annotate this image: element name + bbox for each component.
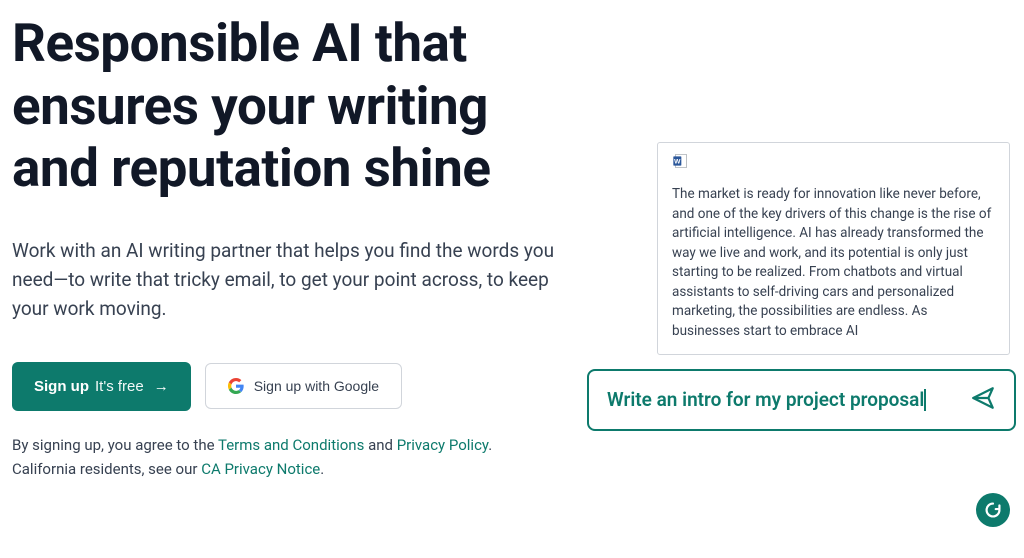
legal-period: . — [488, 436, 492, 454]
terms-link[interactable]: Terms and Conditions — [218, 436, 364, 454]
signup-light: It's free — [95, 378, 144, 395]
demo-document-card: W The market is ready for innovation lik… — [657, 142, 1010, 355]
word-icon: W — [672, 153, 688, 169]
prompt-input-bar[interactable]: Write an intro for my project proposal — [587, 369, 1016, 431]
send-icon[interactable] — [970, 385, 996, 415]
demo-document-text: The market is ready for innovation like … — [672, 185, 995, 342]
text-cursor-icon — [924, 389, 926, 411]
legal-ca-prefix: California residents, see our — [12, 460, 201, 478]
prompt-input-text: Write an intro for my project proposal — [607, 388, 924, 411]
signup-button[interactable]: Sign up It's free → — [12, 362, 191, 411]
ca-privacy-link[interactable]: CA Privacy Notice — [201, 460, 320, 478]
privacy-link[interactable]: Privacy Policy — [397, 436, 489, 454]
legal-ca-period: . — [320, 460, 324, 478]
signup-google-button[interactable]: Sign up with Google — [205, 363, 402, 409]
hero-headline: Responsible AI that ensures your writing… — [12, 12, 557, 200]
legal-prefix: By signing up, you agree to the — [12, 436, 218, 454]
signup-google-label: Sign up with Google — [254, 378, 379, 394]
google-icon — [228, 378, 244, 394]
signup-bold: Sign up — [34, 378, 89, 395]
svg-text:W: W — [674, 159, 681, 166]
legal-text: By signing up, you agree to the Terms an… — [12, 433, 557, 481]
legal-and: and — [364, 436, 396, 454]
arrow-right-icon: → — [154, 378, 169, 395]
grammarly-badge[interactable] — [976, 493, 1010, 527]
hero-subhead: Work with an AI writing partner that hel… — [12, 236, 557, 324]
cta-row: Sign up It's free → Sign up with Google — [12, 362, 557, 411]
